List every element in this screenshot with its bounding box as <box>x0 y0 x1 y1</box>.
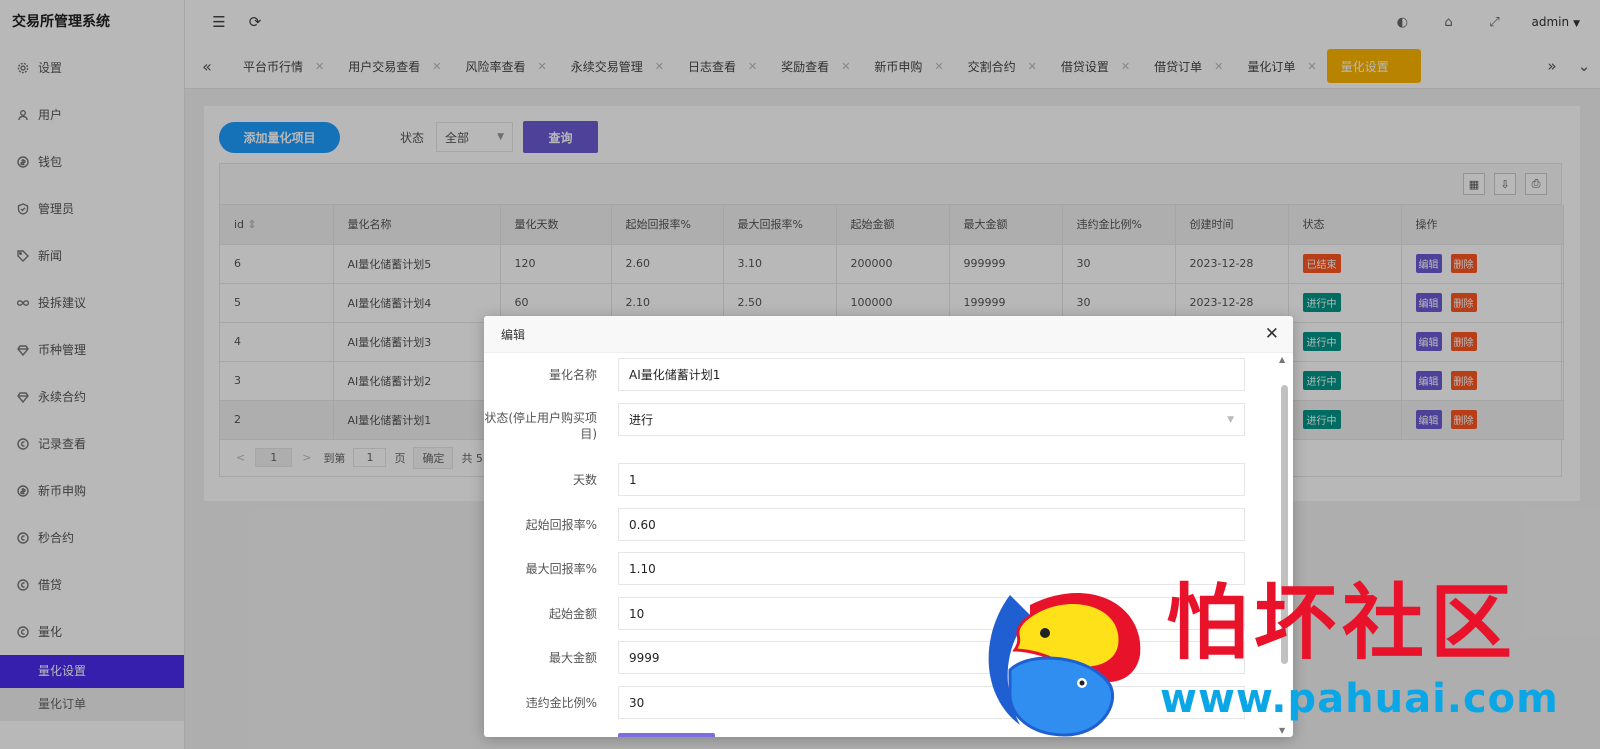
field-label: 状态(停止用户购买项目) <box>484 411 597 441</box>
form-row: 状态(停止用户购买项目) 进行 ▼ <box>484 403 1274 442</box>
form-row: 起始回报率% 0.60 <box>484 508 1274 541</box>
days-input[interactable]: 1 <box>618 463 1245 496</box>
form-row: 天数 1 <box>484 463 1274 496</box>
close-icon[interactable]: ✕ <box>1265 324 1279 344</box>
field-label: 最大金额 <box>548 651 597 665</box>
scroll-up-icon[interactable]: ▲ <box>1279 355 1285 364</box>
dialog-title: 编辑 <box>501 327 526 342</box>
dialog-header: 编辑 <box>484 316 1293 353</box>
watermark: 怕坏社区 www.pahuai.com <box>970 575 1590 745</box>
watermark-url: www.pahuai.com <box>1160 676 1559 722</box>
fish-logo-icon <box>988 593 1141 737</box>
field-label: 违约金比例% <box>525 696 597 710</box>
start-rate-input[interactable]: 0.60 <box>618 508 1245 541</box>
field-label: 量化名称 <box>548 368 597 382</box>
status-select-value: 进行 <box>629 413 654 427</box>
field-label: 天数 <box>572 473 597 487</box>
quant-name-input[interactable]: AI量化储蓄计划1 <box>618 358 1245 391</box>
status-select[interactable]: 进行 ▼ <box>618 403 1245 436</box>
field-label: 最大回报率% <box>525 562 597 576</box>
caret-down-icon: ▼ <box>1227 414 1234 425</box>
submit-button[interactable] <box>618 733 715 737</box>
form-row: 量化名称 AI量化储蓄计划1 <box>484 358 1274 391</box>
form-row: 最大回报率% 1.10 <box>484 552 1274 585</box>
watermark-text: 怕坏社区 <box>1166 575 1519 671</box>
field-label: 起始回报率% <box>525 518 597 532</box>
field-label: 起始金额 <box>548 607 597 621</box>
